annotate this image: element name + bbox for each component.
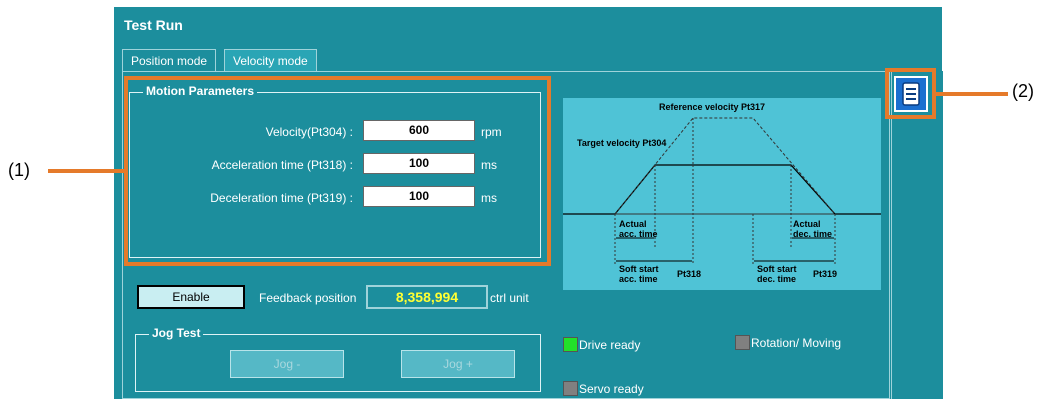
jog-test-legend: Jog Test bbox=[149, 326, 204, 340]
soft-dec-parameter: Pt319 bbox=[813, 269, 838, 279]
drive-ready-label: Drive ready bbox=[579, 338, 641, 352]
rotation-moving-indicator bbox=[735, 335, 750, 350]
target-velocity-label: Target velocity Pt304 bbox=[577, 138, 667, 148]
reference-velocity-label: Reference velocity Pt317 bbox=[659, 102, 766, 112]
velocity-profile-diagram: Reference velocity Pt317 Target velocity… bbox=[563, 98, 881, 290]
soft-acc-label: Soft start acc. time bbox=[619, 264, 659, 284]
jog-plus-button[interactable]: Jog + bbox=[401, 350, 515, 378]
report-icon-highlight bbox=[885, 68, 936, 119]
callout-label-2: (2) bbox=[1012, 81, 1034, 101]
reference-profile-line bbox=[614, 117, 836, 215]
callout-label-1: (1) bbox=[8, 160, 30, 180]
velocity-profile-svg bbox=[563, 117, 881, 264]
callout-line-1 bbox=[48, 169, 124, 173]
soft-dec-label: Soft start dec. time bbox=[757, 264, 797, 284]
right-toolbar-strip bbox=[891, 71, 943, 399]
callout-line-2 bbox=[936, 92, 1008, 96]
soft-acc-parameter: Pt318 bbox=[677, 269, 702, 279]
window-title: Test Run bbox=[124, 17, 183, 33]
actual-profile-line bbox=[563, 164, 881, 215]
jog-minus-button[interactable]: Jog - bbox=[230, 350, 344, 378]
tab-velocity-mode[interactable]: Velocity mode bbox=[224, 49, 317, 72]
tab-position-mode[interactable]: Position mode bbox=[122, 49, 217, 72]
rotation-moving-label: Rotation/ Moving bbox=[751, 336, 842, 350]
motion-parameters-highlight bbox=[124, 76, 551, 266]
feedback-position-unit: ctrl unit bbox=[490, 291, 529, 305]
actual-dec-label: Actual dec. time bbox=[793, 219, 833, 239]
feedback-position-label: Feedback position bbox=[259, 291, 357, 305]
drive-ready-indicator bbox=[563, 337, 578, 352]
enable-button[interactable]: Enable bbox=[137, 285, 245, 309]
servo-ready-label: Servo ready bbox=[579, 382, 644, 396]
actual-acc-label: Actual acc. time bbox=[619, 219, 658, 239]
servo-ready-indicator bbox=[563, 381, 578, 396]
feedback-position-value: 8,358,994 bbox=[366, 285, 488, 309]
